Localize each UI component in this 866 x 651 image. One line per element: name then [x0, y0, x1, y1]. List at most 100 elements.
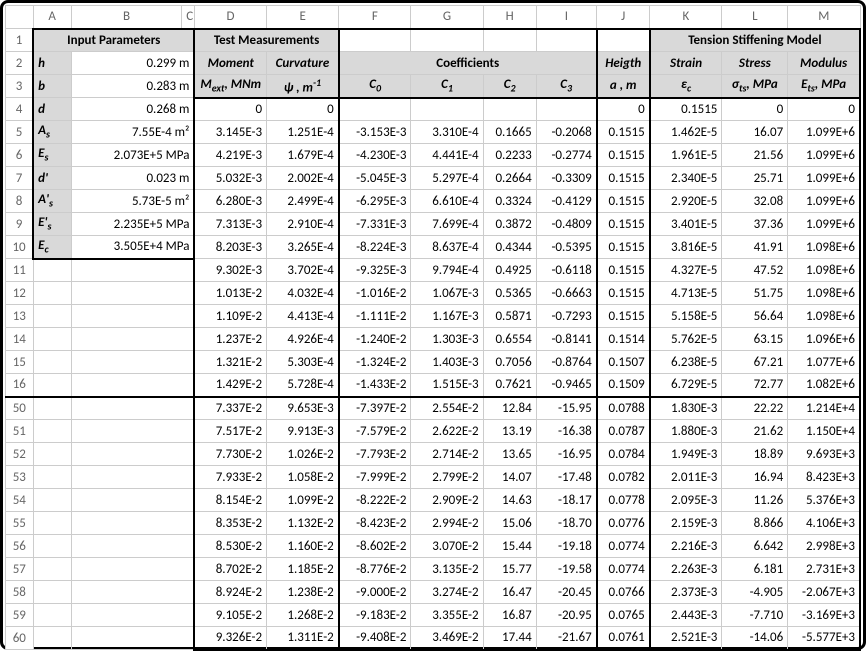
cell[interactable]: -0.2068: [536, 121, 597, 144]
cell[interactable]: 7.517E-2: [194, 420, 266, 443]
cell[interactable]: 3.070E-2: [411, 535, 483, 558]
cell[interactable]: 0: [722, 98, 788, 121]
cell[interactable]: 3.355E-2: [411, 604, 483, 627]
cell[interactable]: 0.1515: [597, 282, 650, 305]
cell[interactable]: 1.067E-3: [411, 282, 483, 305]
cell[interactable]: 6.238E-5: [650, 351, 722, 374]
row-header[interactable]: 10: [6, 236, 34, 259]
cell[interactable]: 8.866: [722, 512, 788, 535]
cell[interactable]: 0.2233: [483, 144, 536, 167]
column-header[interactable]: I: [536, 6, 597, 29]
cell[interactable]: 0.1515: [597, 121, 650, 144]
cell[interactable]: 2.521E-3: [650, 627, 722, 650]
cell[interactable]: [536, 98, 597, 121]
cell[interactable]: 25.71: [722, 167, 788, 190]
cell[interactable]: 1.109E-2: [194, 305, 266, 328]
cell[interactable]: 13.65: [483, 443, 536, 466]
cell[interactable]: 5.762E-5: [650, 328, 722, 351]
cell[interactable]: 2.159E-3: [650, 512, 722, 535]
cell[interactable]: 1.251E-4: [267, 121, 339, 144]
cell[interactable]: 1.311E-2: [267, 627, 339, 650]
cell[interactable]: 8.637E-4: [411, 236, 483, 259]
cell[interactable]: 6.642: [722, 535, 788, 558]
cell[interactable]: 2.554E-2: [411, 397, 483, 420]
cell[interactable]: 5.376E+3: [788, 489, 860, 512]
cell[interactable]: 2.998E+3: [788, 535, 860, 558]
column-header[interactable]: L: [722, 6, 788, 29]
cell[interactable]: 0.1665: [483, 121, 536, 144]
cell[interactable]: 5.158E-5: [650, 305, 722, 328]
cell[interactable]: -9.408E-2: [339, 627, 411, 650]
cell[interactable]: -3.169E+3: [788, 604, 860, 627]
cell[interactable]: 14.63: [483, 489, 536, 512]
cell[interactable]: 1.321E-2: [194, 351, 266, 374]
row-header[interactable]: 2: [6, 52, 34, 75]
row-header[interactable]: 56: [6, 535, 34, 558]
cell[interactable]: 0.1515: [597, 305, 650, 328]
cell[interactable]: 21.62: [722, 420, 788, 443]
cell[interactable]: 1.099E+6: [788, 144, 860, 167]
cell[interactable]: 37.36: [722, 213, 788, 236]
cell[interactable]: 5.728E-4: [267, 374, 339, 397]
cell[interactable]: 0.3324: [483, 190, 536, 213]
cell[interactable]: -0.6118: [536, 259, 597, 282]
cell[interactable]: -0.2774: [536, 144, 597, 167]
cell[interactable]: 41.91: [722, 236, 788, 259]
cell[interactable]: 6.729E-5: [650, 374, 722, 397]
cell[interactable]: 18.89: [722, 443, 788, 466]
cell[interactable]: -0.4809: [536, 213, 597, 236]
cell[interactable]: 3.265E-4: [267, 236, 339, 259]
cell[interactable]: 32.08: [722, 190, 788, 213]
cell[interactable]: 67.21: [722, 351, 788, 374]
cell[interactable]: 0.1514: [597, 328, 650, 351]
cell[interactable]: 4.441E-4: [411, 144, 483, 167]
cell[interactable]: -0.8764: [536, 351, 597, 374]
cell[interactable]: 1.949E-3: [650, 443, 722, 466]
row-header[interactable]: 5: [6, 121, 34, 144]
cell[interactable]: 2.499E-4: [267, 190, 339, 213]
column-header[interactable]: E: [267, 6, 339, 29]
cell[interactable]: 2.799E-2: [411, 466, 483, 489]
row-header[interactable]: 3: [6, 75, 34, 98]
cell[interactable]: 21.56: [722, 144, 788, 167]
row-header[interactable]: 4: [6, 98, 34, 121]
cell[interactable]: -0.7293: [536, 305, 597, 328]
cell[interactable]: 2.731E+3: [788, 558, 860, 581]
cell[interactable]: 72.77: [722, 374, 788, 397]
cell[interactable]: 0: [194, 98, 266, 121]
cell[interactable]: -19.58: [536, 558, 597, 581]
cell[interactable]: 1.303E-3: [411, 328, 483, 351]
cell[interactable]: 22.22: [722, 397, 788, 420]
cell[interactable]: -8.222E-2: [339, 489, 411, 512]
cell[interactable]: 0: [597, 98, 650, 121]
cell[interactable]: -20.45: [536, 581, 597, 604]
cell[interactable]: 2.714E-2: [411, 443, 483, 466]
cell[interactable]: -0.9465: [536, 374, 597, 397]
cell[interactable]: 1.132E-2: [267, 512, 339, 535]
column-header[interactable]: K: [650, 6, 722, 29]
cell[interactable]: 3.816E-5: [650, 236, 722, 259]
cell[interactable]: 1.185E-2: [267, 558, 339, 581]
cell[interactable]: 0.3872: [483, 213, 536, 236]
cell[interactable]: 2.622E-2: [411, 420, 483, 443]
param-value[interactable]: 0.023 m: [71, 167, 194, 190]
cell[interactable]: 2.011E-3: [650, 466, 722, 489]
cell[interactable]: 0.1515: [597, 144, 650, 167]
cell[interactable]: 4.413E-4: [267, 305, 339, 328]
row-header[interactable]: 57: [6, 558, 34, 581]
param-value[interactable]: 3.505E+4 MPa: [71, 236, 194, 259]
cell[interactable]: 0.1515: [597, 259, 650, 282]
cell[interactable]: 7.699E-4: [411, 213, 483, 236]
cell[interactable]: 1.026E-2: [267, 443, 339, 466]
cell[interactable]: 2.263E-3: [650, 558, 722, 581]
cell[interactable]: 0.1515: [597, 213, 650, 236]
cell[interactable]: 14.07: [483, 466, 536, 489]
cell[interactable]: 1.237E-2: [194, 328, 266, 351]
cell[interactable]: -15.95: [536, 397, 597, 420]
column-header[interactable]: F: [339, 6, 411, 29]
cell[interactable]: -1.016E-2: [339, 282, 411, 305]
cell[interactable]: 0.2664: [483, 167, 536, 190]
cell[interactable]: 1.214E+4: [788, 397, 860, 420]
row-header[interactable]: 59: [6, 604, 34, 627]
cell[interactable]: 0.5365: [483, 282, 536, 305]
